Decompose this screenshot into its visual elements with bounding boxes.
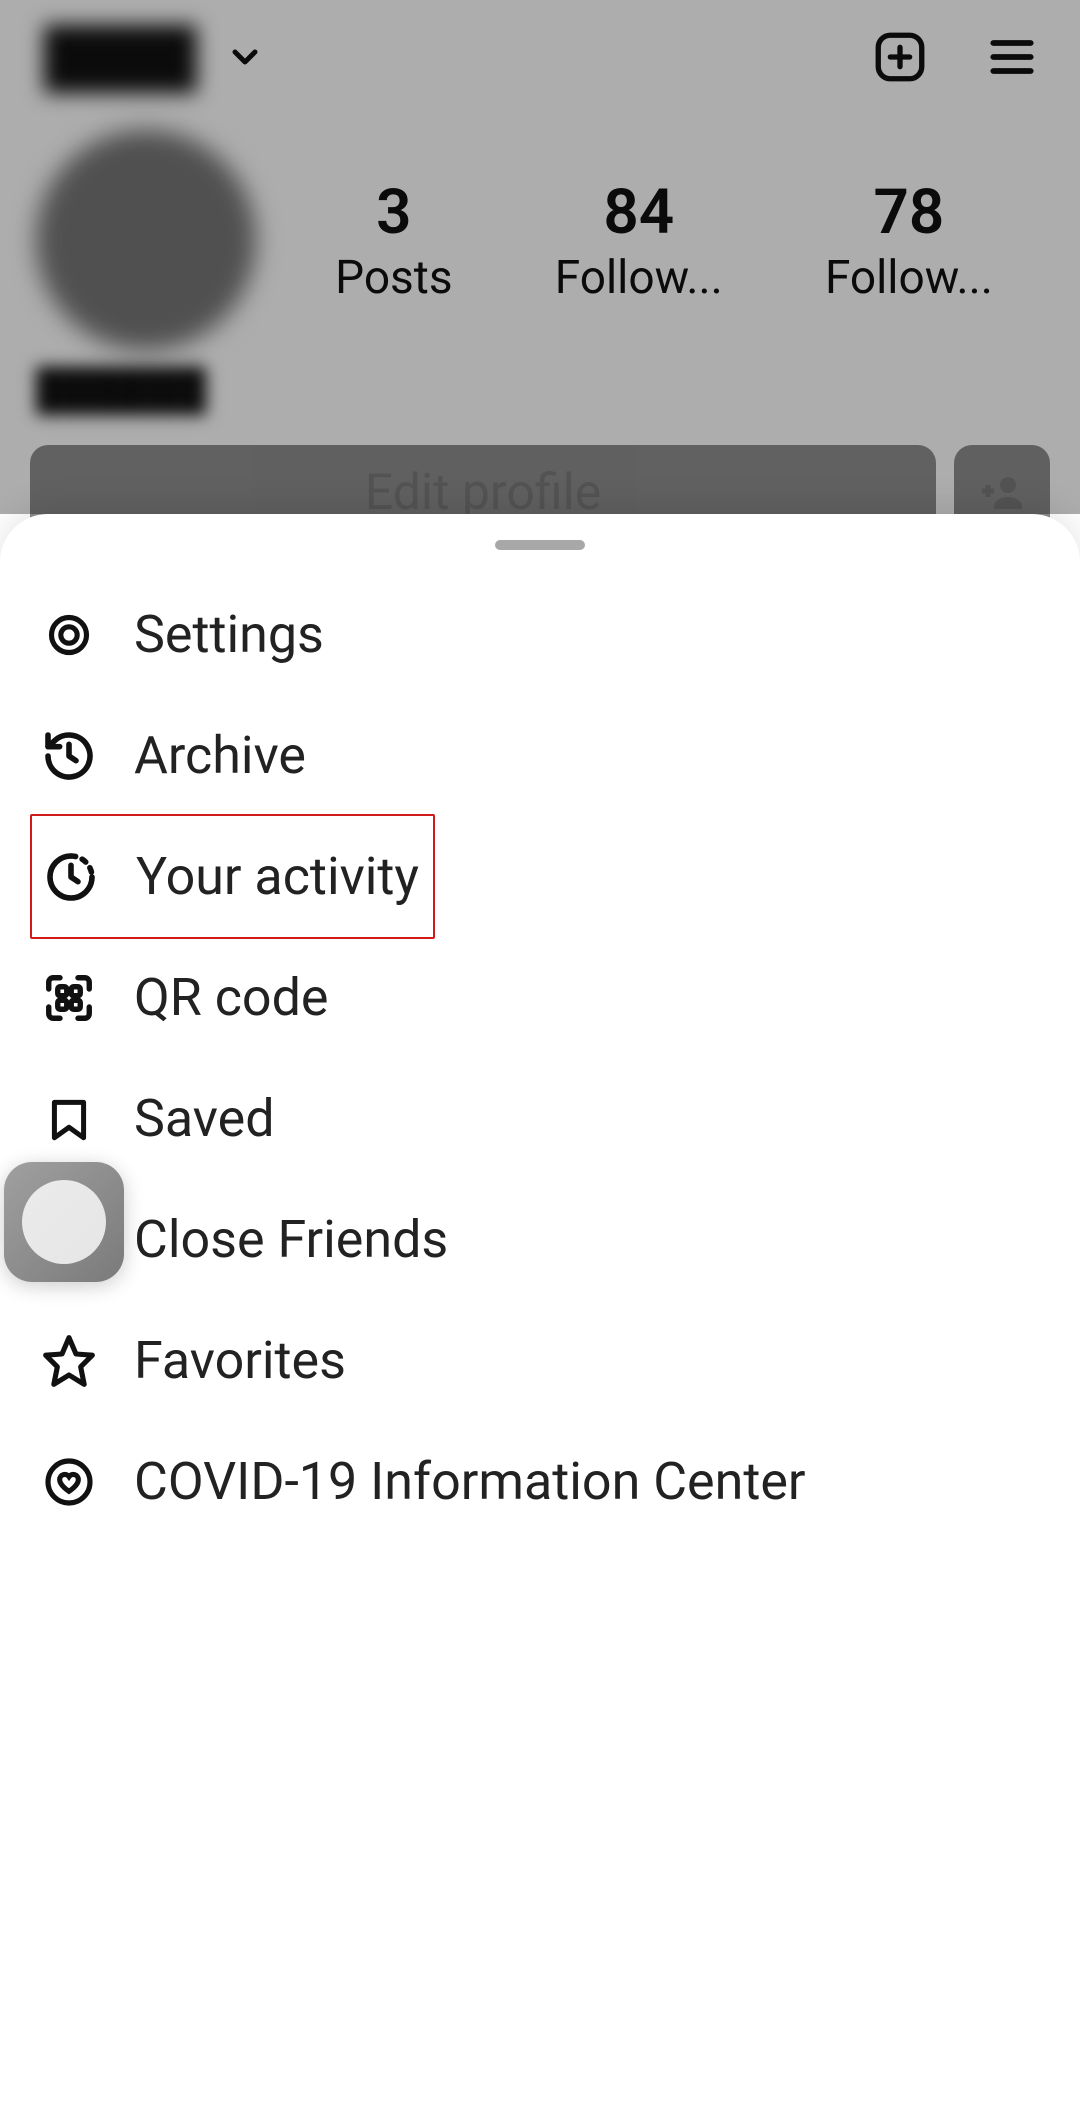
- bottom-sheet: Settings Archive Your activity QR code S: [0, 514, 1080, 2114]
- menu-item-your-activity[interactable]: Your activity: [30, 814, 435, 939]
- heart-circle-icon: [40, 1453, 98, 1511]
- menu-label-your-activity: Your activity: [136, 846, 419, 907]
- floating-assistive-widget[interactable]: [4, 1162, 124, 1282]
- bookmark-icon: [40, 1090, 98, 1148]
- qr-icon: [40, 969, 98, 1027]
- menu-item-covid[interactable]: COVID-19 Information Center: [0, 1421, 1080, 1542]
- menu-label-favorites: Favorites: [134, 1330, 346, 1391]
- gear-icon: [40, 606, 98, 664]
- menu-label-archive: Archive: [134, 725, 306, 786]
- menu-item-close-friends[interactable]: Close Friends: [0, 1179, 1080, 1300]
- menu-label-covid: COVID-19 Information Center: [134, 1451, 806, 1512]
- menu-item-qr-code[interactable]: QR code: [0, 937, 1080, 1058]
- menu-label-settings: Settings: [134, 604, 324, 665]
- menu-label-qr-code: QR code: [134, 967, 329, 1028]
- activity-icon: [42, 848, 100, 906]
- star-icon: [40, 1332, 98, 1390]
- sheet-menu: Settings Archive Your activity QR code S: [0, 568, 1080, 1542]
- sheet-grabber[interactable]: [495, 540, 585, 550]
- modal-backdrop[interactable]: [0, 0, 1080, 514]
- menu-label-close-friends: Close Friends: [134, 1209, 448, 1270]
- menu-item-archive[interactable]: Archive: [0, 695, 1080, 816]
- assistive-inner-circle: [22, 1180, 106, 1264]
- menu-label-saved: Saved: [134, 1088, 275, 1149]
- history-icon: [40, 727, 98, 785]
- menu-item-settings[interactable]: Settings: [0, 574, 1080, 695]
- menu-item-favorites[interactable]: Favorites: [0, 1300, 1080, 1421]
- menu-item-saved[interactable]: Saved: [0, 1058, 1080, 1179]
